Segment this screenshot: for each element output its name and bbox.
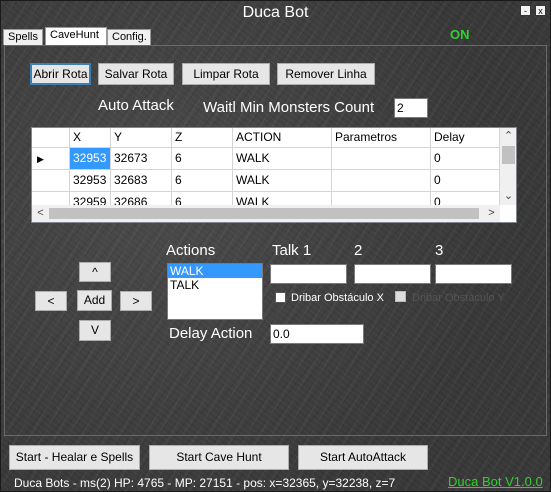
scroll-thumb[interactable] (49, 208, 479, 219)
tab-spells[interactable]: Spells (3, 29, 43, 45)
move-down-button[interactable]: V (79, 320, 111, 341)
scroll-right-icon[interactable]: > (483, 205, 500, 222)
col-header-y[interactable]: Y (111, 128, 172, 148)
talk2-label: 2 (354, 242, 363, 259)
scroll-down-icon[interactable]: ⌄ (500, 188, 516, 205)
col-header-x[interactable]: X (70, 128, 111, 148)
row-selector-current[interactable]: ▶ (32, 148, 70, 170)
actions-label: Actions (166, 242, 216, 259)
dribble-y-label: Dribar Obstáculo Y (412, 292, 505, 304)
col-header-parametros[interactable]: Parametros (332, 128, 431, 148)
cell-action[interactable]: WALK (233, 148, 332, 170)
scroll-up-icon[interactable]: ⌃ (500, 128, 516, 145)
talk3-label: 3 (435, 242, 444, 259)
cell-y[interactable]: 32683 (111, 170, 172, 192)
cell-delay[interactable]: 0 (431, 170, 500, 192)
scroll-left-icon[interactable]: < (32, 205, 49, 222)
add-button[interactable]: Add (77, 290, 112, 311)
cell-z[interactable]: 6 (172, 148, 233, 170)
route-grid[interactable]: X Y Z ACTION Parametros Delay ▶ 32953 32… (31, 127, 517, 223)
cell-params[interactable] (332, 148, 431, 170)
move-left-button[interactable]: < (35, 291, 67, 311)
grid-horizontal-scrollbar[interactable]: < > (32, 205, 500, 222)
app-window: Duca Bot - x Spells CaveHunt Config. ON … (0, 0, 551, 492)
cell-delay[interactable]: 0 (431, 148, 500, 170)
status-bar-text: Duca Bots - ms(2) HP: 4765 - MP: 27151 -… (14, 476, 396, 490)
cell-x[interactable]: 32953 (70, 170, 111, 192)
grid-vertical-scrollbar[interactable]: ⌃ ⌄ (500, 128, 516, 205)
col-header-delay[interactable]: Delay (431, 128, 500, 148)
talk3-input[interactable] (435, 264, 512, 284)
dribble-x-checkbox[interactable] (275, 292, 286, 303)
list-item[interactable]: WALK (168, 264, 262, 278)
row-selector[interactable] (32, 170, 70, 192)
start-autoattack-button[interactable]: Start AutoAttack (298, 445, 428, 470)
clear-route-button[interactable]: Limpar Rota (182, 63, 270, 85)
dribble-x-label: Dribar Obstáculo X (291, 292, 384, 304)
save-route-button[interactable]: Salvar Rota (98, 63, 174, 85)
col-header-action[interactable]: ACTION (233, 128, 332, 148)
cell-action[interactable]: WALK (233, 170, 332, 192)
version-link[interactable]: Duca Bot V1.0.0 (448, 474, 543, 489)
col-header-z[interactable]: Z (172, 128, 233, 148)
remove-line-button[interactable]: Remover Linha (277, 63, 375, 85)
move-right-button[interactable]: > (120, 291, 152, 311)
tab-config[interactable]: Config. (107, 29, 151, 45)
move-up-button[interactable]: ^ (79, 262, 111, 282)
start-cave-hunt-button[interactable]: Start Cave Hunt (149, 445, 289, 470)
delay-action-label: Delay Action (169, 325, 253, 342)
window-title: Duca Bot (242, 4, 309, 21)
tab-cavehunt[interactable]: CaveHunt (45, 27, 107, 46)
auto-attack-label: Auto Attack (98, 97, 174, 114)
cell-params[interactable] (332, 170, 431, 192)
grid-row-header-corner (32, 128, 70, 148)
cell-x[interactable]: 32953 (70, 148, 111, 170)
cell-y[interactable]: 32673 (111, 148, 172, 170)
wait-monsters-label: Waitl Min Monsters Count (203, 99, 375, 116)
scroll-thumb[interactable] (502, 146, 515, 164)
talk1-input[interactable] (270, 264, 347, 284)
talk2-input[interactable] (354, 264, 431, 284)
minimize-button[interactable]: - (520, 5, 531, 16)
delay-action-input[interactable]: 0.0 (270, 324, 364, 344)
talk1-label: Talk 1 (272, 242, 312, 259)
dribble-y-checkbox[interactable] (395, 291, 406, 302)
open-route-button[interactable]: Abrir Rota (30, 63, 91, 85)
start-heal-spells-button[interactable]: Start - Healar e Spells (9, 445, 140, 470)
close-button[interactable]: x (535, 5, 546, 16)
wait-monsters-input[interactable]: 2 (394, 98, 428, 118)
status-indicator: ON (450, 27, 470, 42)
title-bar: Duca Bot - x (1, 1, 550, 27)
cell-z[interactable]: 6 (172, 170, 233, 192)
actions-listbox[interactable]: WALK TALK (167, 263, 263, 320)
list-item[interactable]: TALK (168, 278, 262, 292)
